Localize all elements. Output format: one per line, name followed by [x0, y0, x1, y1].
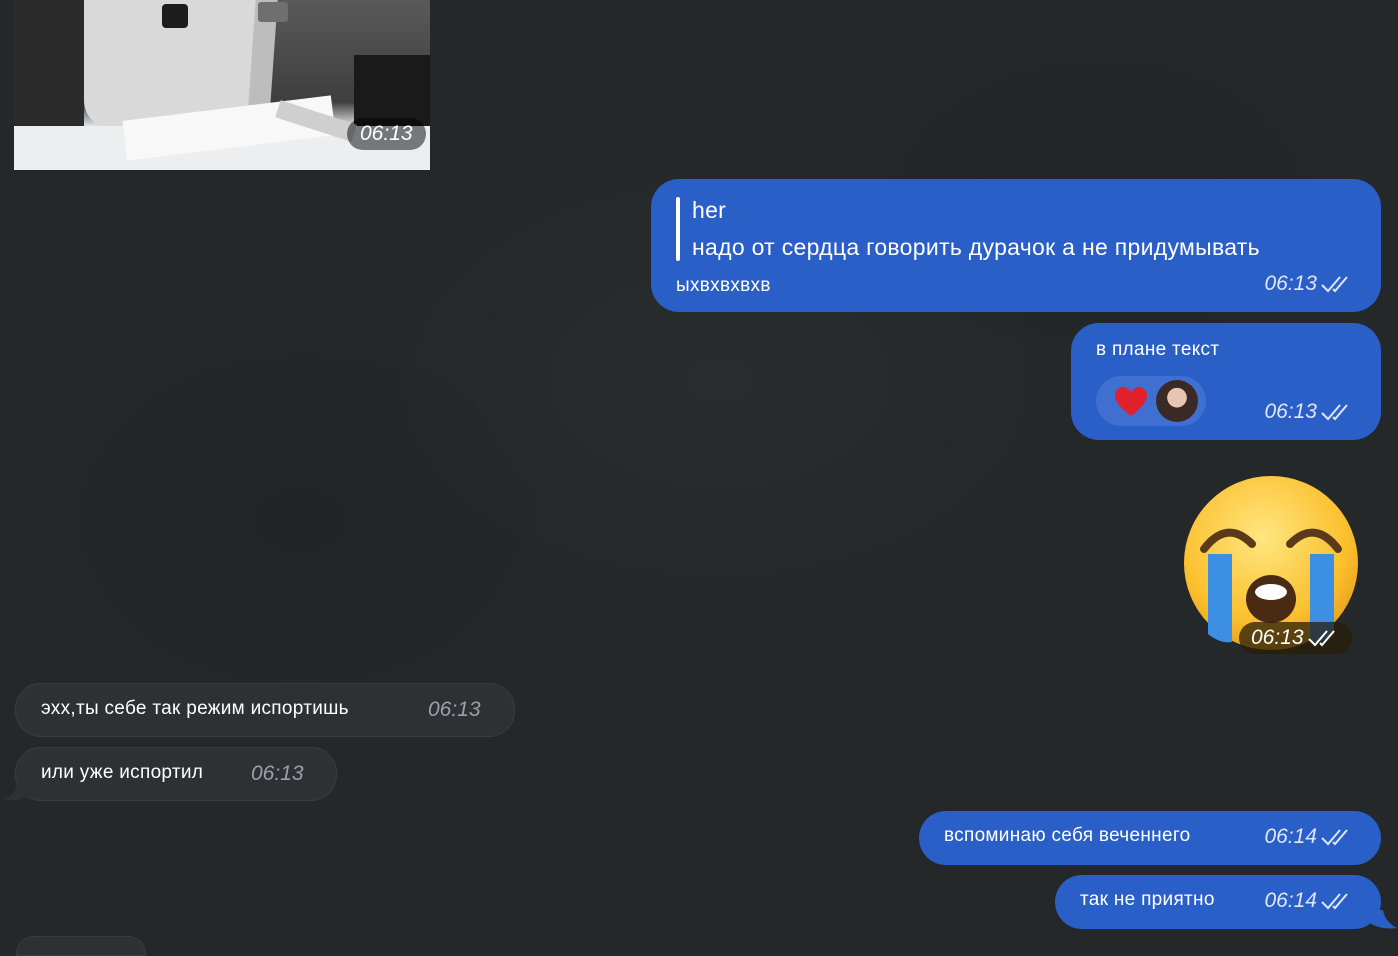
message-text: или уже испортил [41, 762, 204, 783]
message-meta: 06:14 [1264, 825, 1353, 849]
message-text: эхх,ты себе так режим испортишь [41, 698, 349, 719]
message-text: так не приятно [1080, 889, 1215, 910]
message-text: в плане текст [1096, 339, 1220, 360]
incoming-message[interactable]: или уже испортил 06:13 [15, 747, 337, 801]
double-check-icon [1321, 893, 1348, 910]
message-time: 06:14 [1264, 825, 1317, 848]
incoming-message-partial[interactable] [16, 936, 146, 956]
media-message-thumbnail[interactable]: 06:13 [14, 0, 430, 170]
message-text: вспоминаю себя веченнего [944, 825, 1191, 846]
media-patch [162, 4, 188, 28]
reply-quote-text: надо от сердца говорить дурачок а не при… [692, 234, 1260, 260]
media-head [258, 2, 288, 22]
message-text: ыхвхвхвхв [676, 275, 771, 296]
media-bg-dark [14, 0, 84, 130]
message-time: 06:13 [428, 698, 481, 721]
double-check-icon [1321, 404, 1348, 421]
incoming-message[interactable]: эхх,ты себе так режим испортишь 06:13 [15, 683, 515, 737]
reply-quote-author: her [692, 197, 727, 223]
message-time: 06:13 [1251, 626, 1304, 649]
double-check-icon [1307, 630, 1335, 647]
double-check-icon [1321, 829, 1348, 846]
outgoing-message[interactable]: так не приятно 06:14 [1055, 875, 1381, 929]
emoji-message-meta: 06:13 [1239, 622, 1352, 654]
double-check-icon [1321, 276, 1348, 293]
outgoing-reply-message[interactable]: her надо от сердца говорить дурачок а не… [651, 179, 1381, 312]
reaction-chip[interactable] [1096, 376, 1206, 426]
message-meta: 06:13 [1264, 400, 1353, 424]
message-time: 06:13 [1264, 400, 1317, 423]
message-time: 06:13 [1264, 272, 1317, 295]
reply-quote-bar [676, 197, 680, 261]
message-time: 06:14 [1264, 889, 1317, 912]
outgoing-message-with-reaction[interactable]: в плане текст 06:13 [1071, 323, 1381, 440]
bubble-tail [1371, 910, 1397, 929]
media-time: 06:13 [347, 118, 426, 150]
message-meta: 06:14 [1264, 889, 1353, 913]
message-meta: 06:13 [1264, 272, 1353, 296]
reactor-avatar[interactable] [1156, 380, 1198, 422]
red-heart-icon [1115, 387, 1147, 416]
bubble-tail [4, 782, 30, 801]
outgoing-message[interactable]: вспоминаю себя веченнего 06:14 [919, 811, 1381, 865]
message-time: 06:13 [251, 762, 304, 785]
